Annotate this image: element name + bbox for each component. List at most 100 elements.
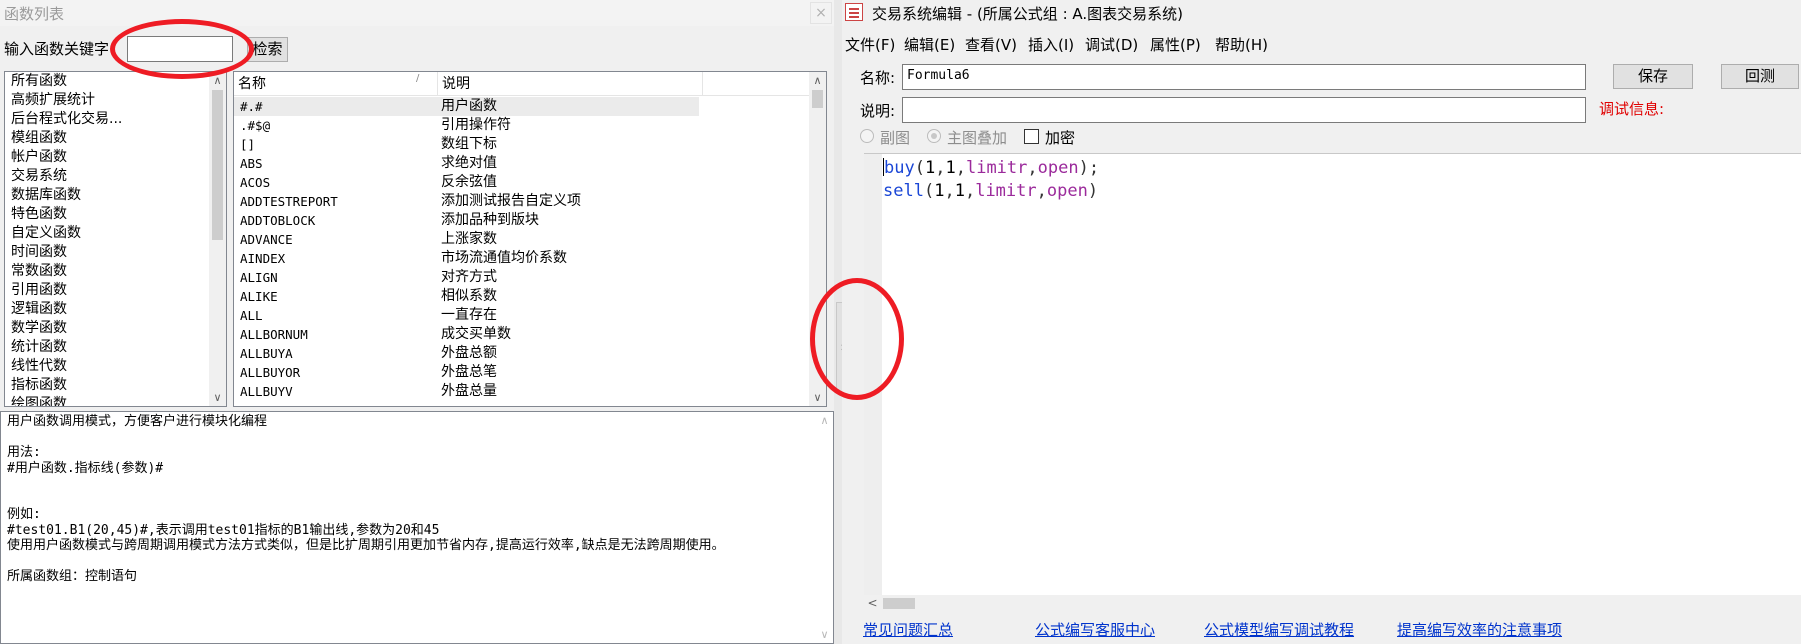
category-item[interactable]: 特色函数 <box>5 205 226 224</box>
table-row[interactable]: ALLBUYV 外盘总量 <box>234 382 809 401</box>
table-row[interactable]: ALIKE 相似系数 <box>234 287 809 306</box>
table-row[interactable]: ABS 求绝对值 <box>234 154 809 173</box>
encrypt-label: 加密 <box>1045 129 1076 147</box>
column-header-name[interactable]: 名称 <box>234 72 438 96</box>
code-text[interactable]: buy(1,1,limitr,open); sell(1,1,limitr,op… <box>883 157 1099 203</box>
scroll-thumb[interactable] <box>883 598 915 609</box>
category-item[interactable]: 绘图函数 <box>5 395 226 406</box>
menu-view[interactable]: 查看(V) <box>965 34 1017 55</box>
scroll-thumb[interactable] <box>812 90 823 108</box>
table-row[interactable]: #.# 用户函数 <box>234 97 699 116</box>
function-name-cell: ADDTESTREPORT <box>240 194 338 209</box>
table-row[interactable]: ADVANCE 上涨家数 <box>234 230 809 249</box>
scroll-up-icon[interactable]: ∧ <box>816 412 833 429</box>
window-title: 交易系统编辑 - (所属公式组 : A.图表交易系统) <box>872 5 1184 23</box>
menu-properties[interactable]: 属性(P) <box>1150 34 1201 55</box>
code-fn-sell: sell <box>883 181 924 201</box>
category-item[interactable]: 指标函数 <box>5 376 226 395</box>
formula-name-field[interactable]: Formula6 <box>902 64 1586 90</box>
function-name-cell: [] <box>240 137 256 152</box>
scroll-left-icon[interactable]: < <box>864 595 881 612</box>
category-item[interactable]: 模组函数 <box>5 129 226 148</box>
function-name-cell: ALLBUYOR <box>240 365 301 380</box>
function-name-cell: ALL <box>240 308 263 323</box>
category-item[interactable]: 高频扩展统计 <box>5 91 226 110</box>
function-list-window: 函数列表 × 输入函数关键字 检索 所有函数 高频扩展统计 后台程式化交易... 模组… <box>0 0 834 644</box>
radio-sub-chart[interactable] <box>860 129 874 143</box>
radio-main-overlay-label: 主图叠加 <box>947 129 1008 147</box>
category-scrollbar[interactable]: ∧ ∨ <box>209 72 226 406</box>
function-name-cell: ALLBUYV <box>240 384 293 399</box>
code-arg: 1 <box>954 181 965 201</box>
table-row[interactable]: AINDEX 市场流通值均价系数 <box>234 249 809 268</box>
function-name-cell: ALLBUYA <box>240 346 293 361</box>
menu-help[interactable]: 帮助(H) <box>1215 34 1268 55</box>
table-row[interactable]: ALLBUYOR 外盘总笔 <box>234 363 809 382</box>
table-row[interactable]: ADDTOBLOCK 添加品种到版块 <box>234 211 809 230</box>
formula-description-field[interactable] <box>902 97 1586 123</box>
category-item[interactable]: 数学函数 <box>5 319 226 338</box>
sort-icon: / <box>416 73 420 84</box>
keyword-label: 输入函数关键字 <box>4 40 110 58</box>
category-item[interactable]: 引用函数 <box>5 281 226 300</box>
function-name-cell: AINDEX <box>240 251 286 266</box>
function-desc-cell: 引用操作符 <box>441 117 511 133</box>
code-editor[interactable]: buy(1,1,limitr,open); sell(1,1,limitr,op… <box>864 153 1801 596</box>
table-row[interactable]: ACOS 反余弦值 <box>234 173 809 192</box>
function-desc-cell: 数组下标 <box>441 136 497 152</box>
function-desc-cell: 市场流通值均价系数 <box>441 250 567 266</box>
close-icon[interactable]: × <box>810 2 832 24</box>
category-list[interactable]: 所有函数 高频扩展统计 后台程式化交易... 模组函数 帐户函数 交易系统 数据库函数 特色函… <box>4 71 227 407</box>
table-row[interactable]: ALIGN 对齐方式 <box>234 268 809 287</box>
menu-debug[interactable]: 调试(D) <box>1085 34 1138 55</box>
save-button[interactable]: 保存 <box>1613 64 1693 89</box>
radio-main-overlay[interactable] <box>927 129 941 143</box>
scroll-thumb[interactable] <box>212 90 223 240</box>
menu-edit[interactable]: 编辑(E) <box>904 34 955 55</box>
editor-horizontal-scrollbar[interactable]: < <box>864 595 1801 612</box>
table-row[interactable]: ALL 一直存在 <box>234 306 809 325</box>
backtest-button[interactable]: 回测 <box>1721 64 1799 89</box>
scroll-up-icon[interactable]: ∧ <box>809 72 826 89</box>
function-name-cell: ADVANCE <box>240 232 293 247</box>
function-desc-cell: 用户函数 <box>441 98 497 114</box>
function-table[interactable]: 名称 / 说明 #.# 用户函数 .#$@ 引用操作符 [] 数组下标 ABS 求绝对值 ACO… <box>233 71 827 407</box>
column-header-desc[interactable]: 说明 <box>438 72 703 96</box>
table-row[interactable]: .#$@ 引用操作符 <box>234 116 809 135</box>
table-row[interactable]: ADDTESTREPORT 添加测试报告自定义项 <box>234 192 809 211</box>
link-support-center[interactable]: 公式编写客服中心 <box>1035 619 1155 640</box>
scroll-down-icon[interactable]: ∨ <box>209 389 226 406</box>
category-item[interactable]: 数据库函数 <box>5 186 226 205</box>
link-tutorial[interactable]: 公式模型编写调试教程 <box>1204 619 1354 640</box>
formula-editor-window: 交易系统编辑 - (所属公式组 : A.图表交易系统) 文件(F) 编辑(E) … <box>842 0 1801 644</box>
category-item[interactable]: 自定义函数 <box>5 224 226 243</box>
category-item[interactable]: 统计函数 <box>5 338 226 357</box>
category-item[interactable]: 常数函数 <box>5 262 226 281</box>
function-name-cell: ALLBORNUM <box>240 327 308 342</box>
function-description-panel: 用户函数调用模式，方便客户进行模块化编程 用法: #用户函数.指标线(参数)# … <box>0 411 834 644</box>
category-item[interactable]: 帐户函数 <box>5 148 226 167</box>
table-row[interactable]: ALLBUYA 外盘总额 <box>234 344 809 363</box>
category-item[interactable]: 交易系统 <box>5 167 226 186</box>
category-item[interactable]: 时间函数 <box>5 243 226 262</box>
table-row[interactable]: ALLBORNUM 成交买单数 <box>234 325 809 344</box>
menu-insert[interactable]: 插入(I) <box>1028 34 1074 55</box>
link-efficiency-tips[interactable]: 提高编写效率的注意事项 <box>1397 619 1562 640</box>
function-name-cell: ALIKE <box>240 289 278 304</box>
code-arg: limitr <box>965 158 1028 178</box>
scroll-down-icon[interactable]: ∨ <box>809 389 826 406</box>
function-desc-cell: 外盘总量 <box>441 383 497 399</box>
category-item[interactable]: 后台程式化交易... <box>5 110 226 129</box>
description-scrollbar[interactable]: ∧ ∨ <box>816 412 833 643</box>
table-row[interactable]: [] 数组下标 <box>234 135 809 154</box>
category-item[interactable]: 逻辑函数 <box>5 300 226 319</box>
category-item[interactable]: 线性代数 <box>5 357 226 376</box>
radio-sub-chart-label: 副图 <box>880 129 911 147</box>
menu-file[interactable]: 文件(F) <box>845 34 895 55</box>
scroll-down-icon[interactable]: ∨ <box>816 626 833 643</box>
link-faq[interactable]: 常见问题汇总 <box>863 619 953 640</box>
encrypt-checkbox[interactable] <box>1024 129 1039 144</box>
name-label: 名称: <box>860 69 896 87</box>
function-desc-cell: 反余弦值 <box>441 174 497 190</box>
function-list-title: 函数列表 <box>4 5 65 23</box>
